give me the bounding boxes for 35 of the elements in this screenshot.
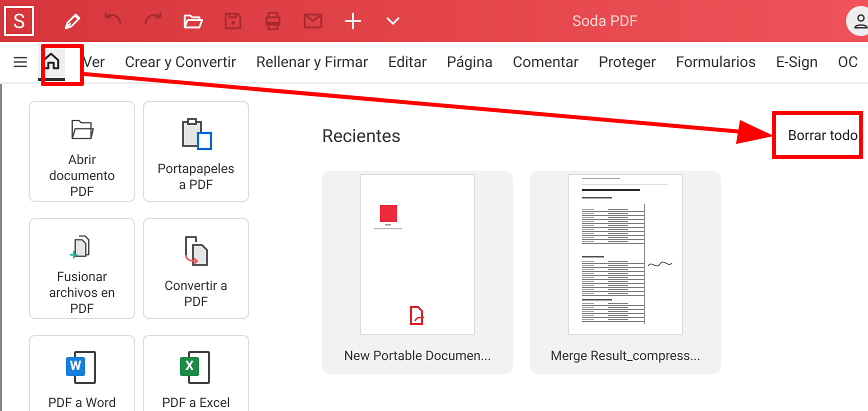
tool-label: Abrir documento PDF: [48, 153, 116, 201]
menu-tab[interactable]: Proteger: [588, 43, 666, 81]
menu-tab[interactable]: E-Sign: [766, 43, 828, 81]
tool-tile[interactable]: Abrir documento PDF: [29, 101, 135, 202]
home-icon: [42, 52, 60, 70]
menu-tab[interactable]: Editar: [378, 43, 437, 81]
tool-tile[interactable]: Portapapeles a PDF: [143, 101, 249, 202]
menu-tab[interactable]: Ver: [72, 43, 115, 81]
tool-label: Fusionar archivos en PDF: [48, 270, 116, 318]
tool-tile[interactable]: Fusionar archivos en PDF: [29, 218, 135, 319]
menu-tab[interactable]: Rellenar y Firmar: [246, 43, 378, 81]
menu-tab[interactable]: Formularios: [666, 43, 766, 81]
menu-icon[interactable]: [13, 54, 28, 70]
file-name: New Portable Documen...: [344, 348, 491, 366]
menu-tab[interactable]: Página: [436, 43, 503, 81]
plus-icon[interactable]: [342, 10, 364, 32]
recent-file-card[interactable]: New Portable Documen...: [322, 171, 513, 374]
file-name: Merge Result_compress...: [550, 348, 700, 366]
clear-all-button[interactable]: Borrar todo: [788, 126, 858, 146]
tool-label: PDF a Excel: [160, 396, 231, 411]
user-avatar-icon[interactable]: [846, 6, 868, 36]
tool-label: PDF a Word: [47, 396, 117, 411]
window-title: Soda PDF: [572, 10, 638, 32]
tool-tile[interactable]: W PDF a Word: [29, 335, 135, 411]
tool-label: Portapapeles a PDF: [156, 162, 236, 194]
tool-tile[interactable]: Convertir a PDF: [143, 218, 249, 319]
menu-tab[interactable]: Crear y Convertir: [114, 43, 246, 81]
menu-tab[interactable]: Comentar: [502, 43, 589, 81]
recent-heading: Recientes: [322, 124, 401, 148]
tool-label: Convertir a PDF: [163, 279, 228, 311]
tool-tile[interactable]: X PDF a Excel: [143, 335, 249, 411]
highlight-frame: [41, 44, 84, 86]
menu-tab[interactable]: OC: [828, 43, 868, 81]
recent-file-card[interactable]: Merge Result_compress...: [530, 171, 721, 374]
app-logo: S: [4, 6, 34, 36]
